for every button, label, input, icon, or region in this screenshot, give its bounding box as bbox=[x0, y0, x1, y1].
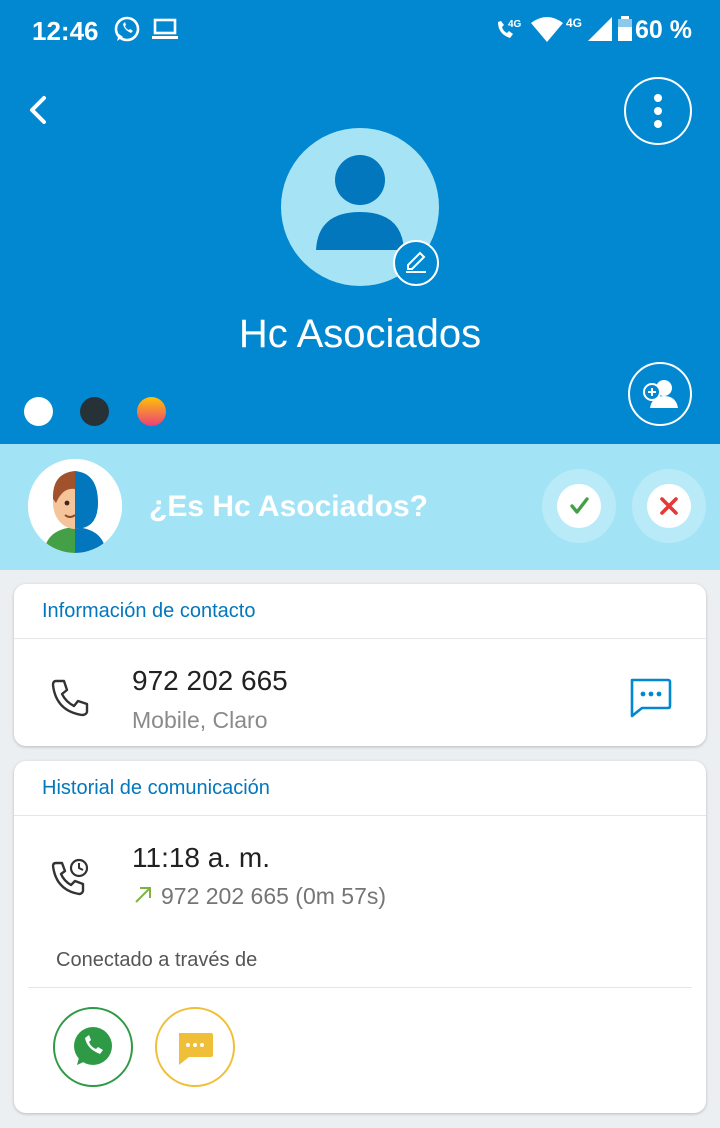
whatsapp-icon bbox=[112, 14, 142, 44]
wifi-icon bbox=[530, 14, 564, 44]
whatsapp-button[interactable] bbox=[53, 1007, 133, 1087]
message-icon bbox=[630, 678, 672, 718]
contact-info-card: Información de contacto 972 202 665 Mobi… bbox=[14, 584, 706, 746]
edit-photo-button[interactable] bbox=[393, 240, 439, 286]
card-title-history: Historial de comunicación bbox=[42, 777, 270, 799]
close-icon bbox=[660, 497, 678, 515]
theme-dot-white[interactable] bbox=[24, 397, 53, 426]
svg-text:4G: 4G bbox=[508, 19, 522, 30]
add-person-icon bbox=[643, 380, 678, 408]
confirm-identity-button[interactable] bbox=[542, 469, 616, 543]
call-history-item[interactable]: 11:18 a. m. 972 202 665 (0m 57s) bbox=[14, 816, 706, 926]
more-options-button[interactable] bbox=[624, 77, 692, 145]
reject-identity-button[interactable] bbox=[632, 469, 706, 543]
whatsapp-icon bbox=[74, 1027, 112, 1065]
phone-type-carrier: Mobile, Claro bbox=[132, 707, 268, 733]
send-message-button[interactable] bbox=[622, 672, 678, 724]
contact-header: 12:46 4G 4G 60 % Hc Asociados bbox=[0, 0, 720, 444]
add-contact-button[interactable] bbox=[628, 362, 692, 426]
cellular-4g-icon: 4G bbox=[566, 14, 614, 44]
card-title-contact-info: Información de contacto bbox=[42, 600, 256, 622]
sms-button[interactable] bbox=[155, 1007, 235, 1087]
identity-suggestion-bar: ¿Es Hc Asociados? bbox=[0, 444, 720, 570]
connected-via-label: Conectado a través de bbox=[56, 949, 258, 971]
person-illustration-icon bbox=[28, 459, 122, 553]
suggestion-question: ¿Es Hc Asociados? bbox=[149, 490, 428, 523]
call-time: 11:18 a. m. bbox=[132, 842, 271, 873]
theme-dot-gradient[interactable] bbox=[137, 397, 166, 426]
suggestion-avatar bbox=[28, 459, 122, 553]
more-vert-icon bbox=[654, 94, 662, 128]
back-button[interactable] bbox=[16, 88, 60, 132]
call-detail: 972 202 665 (0m 57s) bbox=[161, 883, 387, 909]
status-bar: 12:46 4G 4G 60 % bbox=[0, 0, 720, 60]
phone-number: 972 202 665 bbox=[132, 665, 288, 696]
battery-icon bbox=[616, 14, 634, 44]
phone-row[interactable]: 972 202 665 Mobile, Claro bbox=[14, 639, 614, 745]
contact-name: Hc Asociados bbox=[238, 312, 482, 356]
communication-history-card: Historial de comunicación 11:18 a. m. 97… bbox=[14, 761, 706, 1113]
svg-text:4G: 4G bbox=[566, 16, 582, 30]
volte-call-icon: 4G bbox=[494, 14, 530, 44]
sms-icon bbox=[179, 1033, 213, 1065]
check-icon bbox=[570, 497, 589, 514]
outgoing-arrow-icon bbox=[132, 884, 154, 906]
laptop-icon bbox=[150, 14, 180, 44]
call-history-icon bbox=[48, 855, 92, 899]
battery-percentage: 60 % bbox=[635, 16, 692, 44]
card-divider bbox=[28, 987, 692, 988]
pencil-icon bbox=[406, 251, 426, 273]
theme-dot-dark[interactable] bbox=[80, 397, 109, 426]
phone-icon bbox=[48, 675, 92, 719]
chevron-left-icon bbox=[30, 96, 46, 124]
status-time: 12:46 bbox=[32, 16, 99, 46]
